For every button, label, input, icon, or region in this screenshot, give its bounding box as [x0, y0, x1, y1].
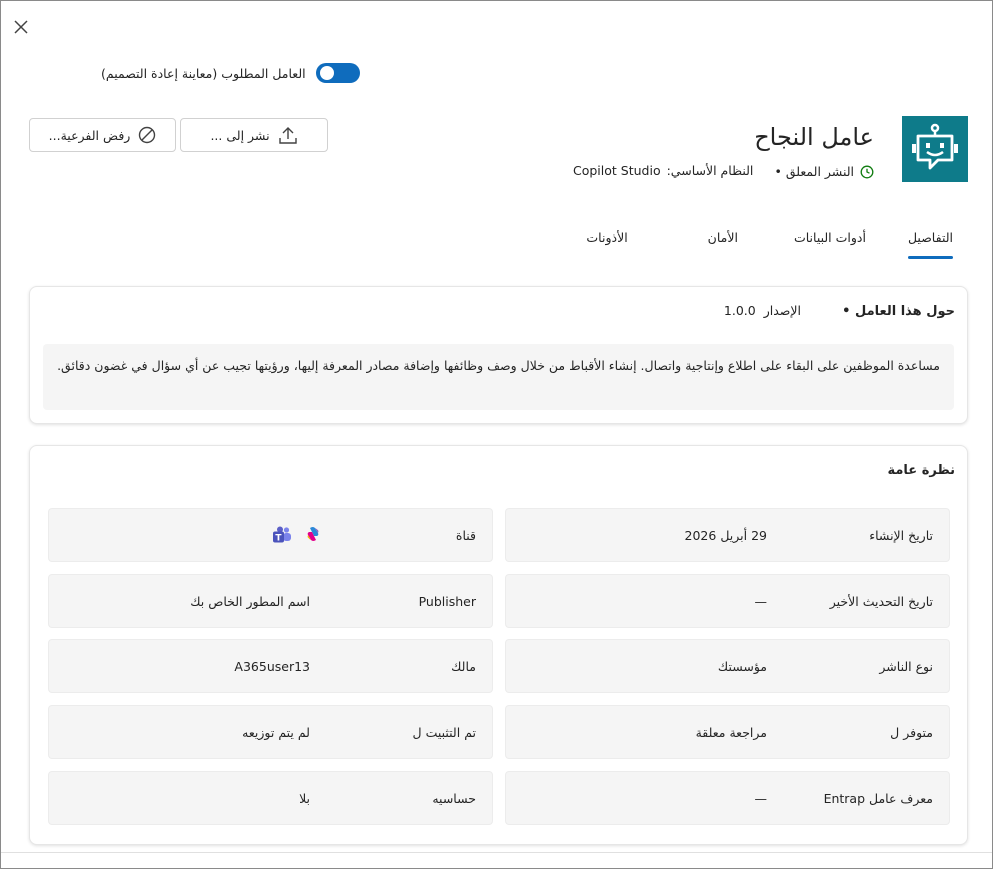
- overview-value: بلا: [299, 791, 310, 806]
- overview-key: مالك: [451, 659, 476, 674]
- overview-value: —: [754, 594, 768, 609]
- redesign-preview-toggle-row: العامل المطلوب (معاينة إعادة التصميم): [101, 62, 360, 84]
- overview-key: معرف عامل Entrap: [823, 791, 933, 806]
- tab-details[interactable]: التفاصيل: [907, 224, 954, 259]
- publish-to-button[interactable]: نشر إلى ...: [180, 118, 328, 152]
- platform-value: Copilot Studio: [573, 163, 661, 178]
- overview-key: حساسيه: [432, 791, 476, 806]
- overview-value: مؤسستك: [717, 659, 767, 674]
- overview-item-available-to: متوفر ل مراجعة معلقة: [505, 705, 950, 759]
- tab-bar: التفاصيل أدوات البيانات الأمان الأذونات: [586, 224, 954, 259]
- overview-item-sensitivity: حساسيه بلا: [48, 771, 493, 825]
- overview-value: 29 أبريل 2026: [684, 528, 767, 543]
- overview-key: تم التثبيت ل: [412, 725, 476, 740]
- overview-key: قناة: [455, 528, 476, 543]
- overview-value: A365user13: [234, 659, 310, 674]
- overview-item-publisher-type: نوع الناشر مؤسستك: [505, 639, 950, 693]
- overview-card: نظرة عامة تاريخ الإنشاء 29 أبريل 2026 تا…: [29, 445, 968, 845]
- platform-info: النظام الأساسي: Copilot Studio: [573, 163, 753, 178]
- overview-item-channel: قناة T: [48, 508, 493, 562]
- overview-value: لم يتم توزيعه: [242, 725, 310, 740]
- publish-status-text: النشر المعلق •: [774, 164, 854, 179]
- publish-button-label: نشر إلى ...: [210, 127, 270, 143]
- agent-logo: [902, 116, 968, 182]
- overview-key: نوع الناشر: [879, 659, 933, 674]
- version-key: الإصدار: [763, 303, 801, 318]
- overview-value: —: [754, 791, 768, 806]
- block-icon: [139, 126, 156, 144]
- reject-button-label: رفض الفرعية...: [48, 127, 131, 143]
- toggle-label: العامل المطلوب (معاينة إعادة التصميم): [101, 65, 306, 81]
- version-value: 1.0.0: [723, 303, 756, 318]
- overview-item-publisher: Publisher اسم المطور الخاص بك: [48, 574, 493, 628]
- description-box: مساعدة الموظفين على البقاء على اطلاع وإن…: [43, 344, 954, 410]
- overview-key: متوفر ل: [890, 725, 933, 740]
- publish-status: النشر المعلق •: [774, 164, 874, 179]
- overview-value: مراجعة معلقة: [695, 725, 767, 740]
- close-icon: [14, 20, 28, 34]
- redesign-preview-toggle[interactable]: [315, 63, 360, 83]
- bot-icon: [912, 123, 958, 170]
- footer-divider: [1, 852, 992, 853]
- reject-button[interactable]: رفض الفرعية...: [29, 118, 176, 152]
- agent-details-dialog: العامل المطلوب (معاينة إعادة التصميم) رف…: [0, 0, 993, 869]
- overview-item-created-date: تاريخ الإنشاء 29 أبريل 2026: [505, 508, 950, 562]
- platform-key: النظام الأساسي:: [666, 163, 754, 178]
- overview-key: تاريخ الإنشاء: [869, 528, 933, 543]
- overview-key: تاريخ التحديث الأخير: [829, 594, 933, 609]
- copilot-icon: [307, 527, 319, 541]
- toggle-knob: [319, 66, 334, 80]
- close-button[interactable]: [10, 16, 32, 38]
- tab-permissions[interactable]: الأذونات: [586, 224, 627, 259]
- clock-icon: [860, 165, 874, 178]
- svg-text:T: T: [275, 534, 282, 544]
- version-info: الإصدار 1.0.0: [724, 303, 801, 318]
- description-text: مساعدة الموظفين على البقاء على اطلاع وإن…: [57, 358, 940, 373]
- overview-title: نظرة عامة: [887, 463, 955, 478]
- teams-icon: T: [273, 526, 291, 544]
- about-title: حول هذا العامل •: [842, 304, 955, 319]
- overview-item-installed-for: تم التثبيت ل لم يتم توزيعه: [48, 705, 493, 759]
- overview-item-entrap-agent-id: معرف عامل Entrap —: [505, 771, 950, 825]
- overview-value: اسم المطور الخاص بك: [190, 594, 310, 609]
- channel-icons: T: [272, 525, 322, 545]
- about-card: حول هذا العامل • الإصدار 1.0.0 مساعدة ال…: [29, 286, 968, 424]
- overview-item-owner: مالك A365user13: [48, 639, 493, 693]
- agent-name: عامل النجاح: [754, 123, 874, 151]
- upload-icon: [278, 127, 297, 144]
- tab-security[interactable]: الأمان: [708, 224, 738, 259]
- overview-key: Publisher: [418, 594, 476, 609]
- overview-item-last-updated: تاريخ التحديث الأخير —: [505, 574, 950, 628]
- tab-data-tools[interactable]: أدوات البيانات: [794, 224, 866, 259]
